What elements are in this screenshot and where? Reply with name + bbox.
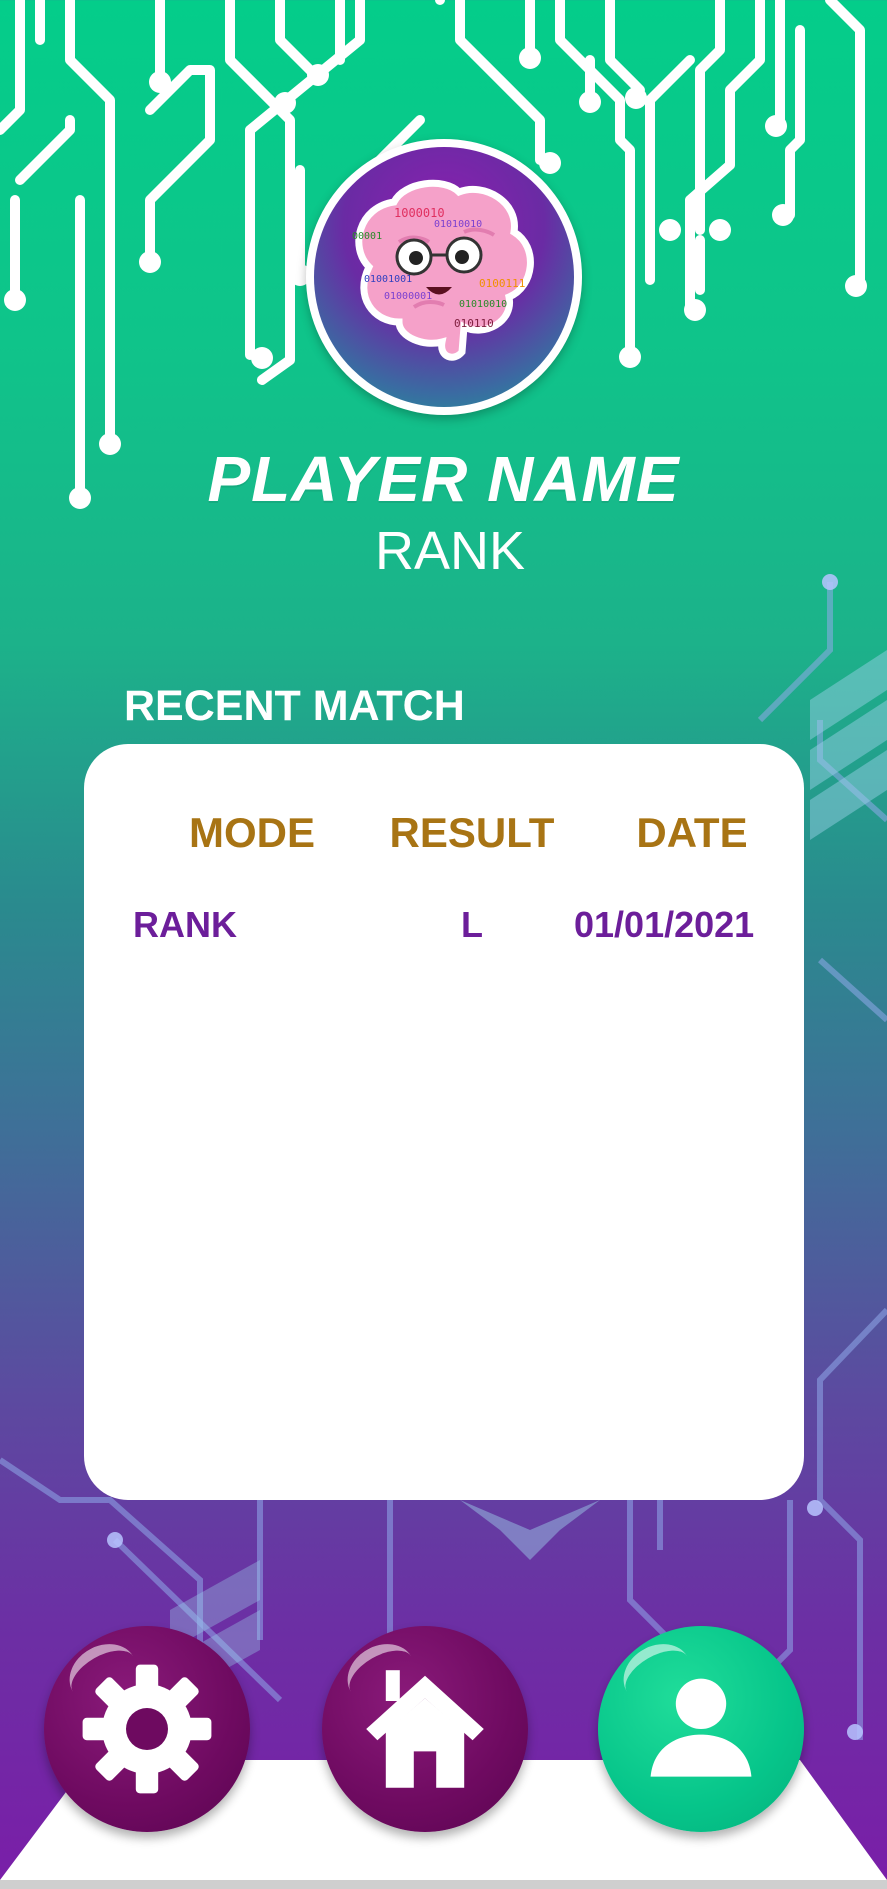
column-header-result: RESULT [389,809,555,856]
avatar-bit-8: 010110 [454,317,494,330]
player-rank: RANK [374,521,526,581]
avatar-bit-5: 0100111 [479,277,525,290]
avatar-background: 1000010 01010010 00001 01001001 0100111 … [314,147,574,407]
avatar-bit-6: 01000001 [384,291,432,302]
settings-button[interactable] [44,1626,250,1832]
column-header-mode: MODE [189,809,315,856]
match-mode: RANK [133,904,237,945]
player-avatar: 1000010 01010010 00001 01001001 0100111 … [306,139,582,415]
brain-mascot-icon: 1000010 01010010 00001 01001001 0100111 … [352,179,534,361]
avatar-bit-2: 01010010 [434,219,482,230]
match-date: 01/01/2021 [574,904,755,945]
avatar-bit-1: 1000010 [394,206,445,220]
match-result: L [461,904,483,945]
column-header-date: DATE [636,809,748,856]
profile-button[interactable] [598,1626,804,1832]
player-name: PLAYER NAME [207,443,680,515]
recent-match-card: MODE RESULT DATE RANK L 01/01/2021 [84,744,804,1500]
avatar-bit-7: 01010010 [459,299,507,310]
recent-match-title: RECENT MATCH [124,682,465,730]
avatar-bit-4: 01001001 [364,274,412,285]
avatar-bit-3: 00001 [352,231,382,242]
home-button[interactable] [322,1626,528,1832]
